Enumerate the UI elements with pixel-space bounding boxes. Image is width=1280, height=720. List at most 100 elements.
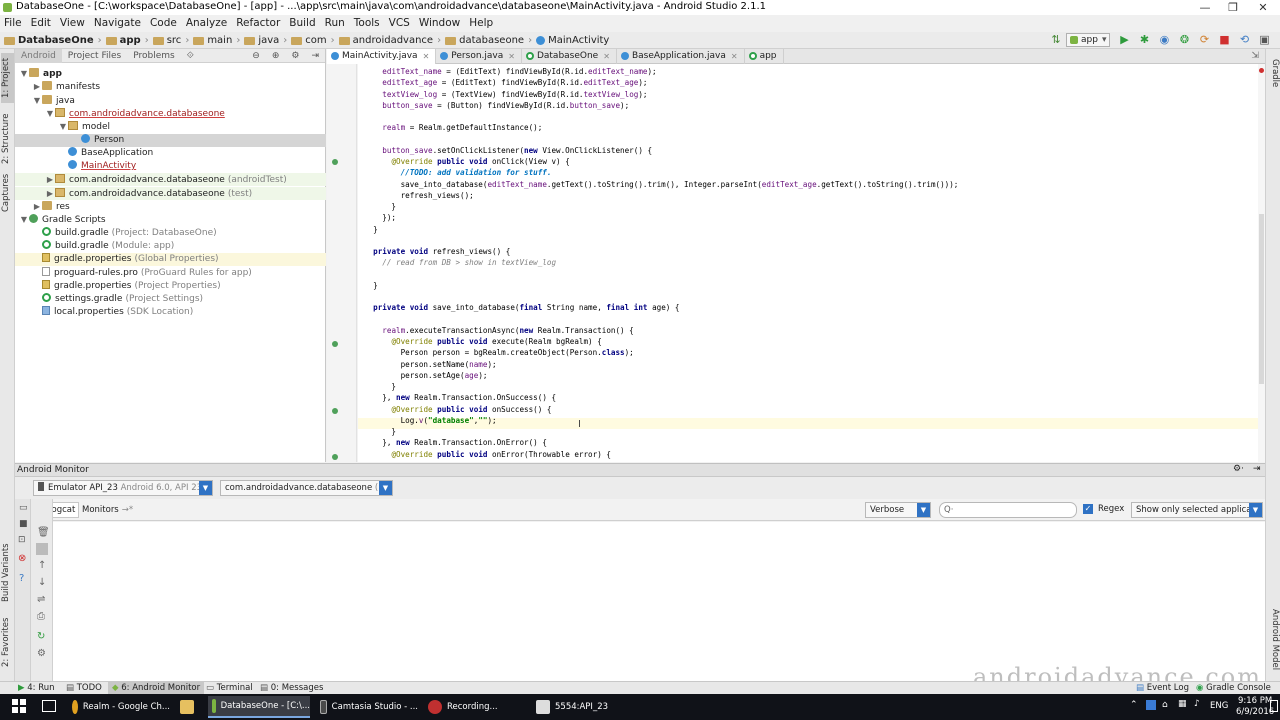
sort-icon[interactable]: ⇅: [1049, 33, 1063, 47]
collapse-icon[interactable]: ⊖: [246, 49, 266, 63]
soft-wrap-icon[interactable]: ⇌: [37, 594, 45, 605]
override-marker-icon[interactable]: [332, 454, 338, 460]
breadcrumb-mainactivity[interactable]: MainActivity: [536, 32, 613, 49]
volume-icon[interactable]: ♪: [1194, 699, 1200, 709]
taskbar-chrome[interactable]: Realm - Google Ch...: [68, 696, 170, 718]
tree-item[interactable]: ▼ Gradle Scripts: [15, 213, 326, 226]
hide-panel-icon[interactable]: ⇥: [1253, 464, 1261, 474]
taskbar-emulator[interactable]: 5554:API_23: [532, 696, 634, 718]
menu-analyze[interactable]: Analyze: [182, 15, 232, 32]
logcat-output[interactable]: [53, 522, 1265, 681]
menu-run[interactable]: Run: [321, 15, 350, 32]
taskbar-explorer[interactable]: [176, 696, 204, 718]
taskbar-camtasia[interactable]: Camtasia Studio - ...: [316, 696, 418, 718]
tab-favorites[interactable]: 2: Favorites: [1, 617, 14, 667]
chevron-right-icon[interactable]: ▶: [45, 187, 55, 200]
attach-debugger-icon[interactable]: ◉: [1157, 33, 1171, 47]
scroll-thumb[interactable]: [1259, 214, 1264, 384]
maximize-button[interactable]: ❐: [1218, 0, 1248, 15]
down-arrow-icon[interactable]: ↓: [38, 577, 46, 588]
screenshot-icon[interactable]: ▭: [19, 503, 28, 513]
tab-monitors[interactable]: Monitors →*: [79, 502, 136, 518]
chevron-right-icon[interactable]: ▶: [32, 200, 42, 213]
tab-mainactivity[interactable]: MainActivity.java ✕: [327, 48, 437, 64]
code-editor[interactable]: editText_name = (EditText) findViewById(…: [358, 64, 1258, 462]
record-icon[interactable]: ■: [19, 519, 28, 529]
tab-app[interactable]: app: [745, 48, 784, 64]
network-icon[interactable]: ▦: [1178, 699, 1187, 709]
menu-vcs[interactable]: VCS: [385, 15, 415, 32]
breadcrumb-java[interactable]: java ›: [244, 32, 291, 49]
menu-file[interactable]: File: [0, 15, 27, 32]
scroll-to-end-icon[interactable]: [36, 543, 48, 555]
system-info-icon[interactable]: ⊡: [18, 535, 26, 545]
regex-checkbox[interactable]: ✓ Regex: [1083, 504, 1124, 514]
breadcrumb-com[interactable]: com ›: [291, 32, 338, 49]
chevron-right-icon[interactable]: ▶: [45, 173, 55, 186]
tab-gradle[interactable]: Gradle: [1267, 55, 1280, 91]
tab-project-files[interactable]: Project Files: [62, 49, 127, 63]
menu-window[interactable]: Window: [415, 15, 465, 32]
settings-gear-icon[interactable]: ⚙·: [1233, 464, 1244, 474]
close-tab-icon[interactable]: ✕: [603, 52, 610, 61]
tree-item[interactable]: settings.gradle (Project Settings): [15, 293, 326, 306]
log-level-select[interactable]: Verbose ▼: [865, 502, 931, 518]
device-select[interactable]: Emulator API_23 Android 6.0, API 23 ▼: [33, 480, 213, 496]
close-tab-icon[interactable]: ✕: [731, 52, 738, 61]
override-marker-icon[interactable]: [332, 341, 338, 347]
print-icon[interactable]: ⎙: [37, 611, 45, 622]
tree-item[interactable]: gradle.properties (Project Properties): [15, 279, 326, 293]
settings-gear-icon[interactable]: ⚙: [285, 49, 305, 63]
tab-project[interactable]: 1: Project: [1, 53, 14, 103]
tree-item[interactable]: build.gradle (Module: app): [15, 239, 326, 253]
breadcrumb-databaseone-pkg[interactable]: databaseone ›: [445, 32, 536, 49]
override-marker-icon[interactable]: [332, 408, 338, 414]
start-windows-icon[interactable]: [12, 699, 26, 713]
tree-item[interactable]: ▼ java: [15, 94, 326, 107]
breadcrumb-androidadvance[interactable]: androidadvance ›: [338, 32, 445, 49]
debug-icon[interactable]: ✱: [1137, 33, 1151, 47]
run-config-select[interactable]: app ▾: [1066, 33, 1111, 47]
logcat-search-input[interactable]: Q·: [939, 502, 1077, 518]
breadcrumb-main[interactable]: main ›: [193, 32, 244, 49]
menu-edit[interactable]: Edit: [27, 15, 56, 32]
tab-android-view[interactable]: Android: [15, 48, 62, 63]
run-icon[interactable]: ▶: [1117, 33, 1131, 47]
close-tab-icon[interactable]: ✕: [508, 52, 515, 61]
help-icon[interactable]: ?: [19, 573, 24, 584]
clock-time[interactable]: 9:16 PM: [1238, 696, 1272, 706]
clock-date[interactable]: 6/9/2016: [1236, 707, 1274, 717]
close-tab-icon[interactable]: ✕: [423, 52, 430, 61]
tray-expand-icon[interactable]: ⌃: [1130, 700, 1138, 710]
tab-build-variants[interactable]: Build Variants: [1, 541, 14, 605]
breadcrumb-databaseone[interactable]: DatabaseOne ›: [4, 32, 106, 49]
tree-item[interactable]: ▶ com.androidadvance.databaseone (test): [15, 186, 326, 200]
breadcrumb-app[interactable]: app ›: [105, 32, 153, 49]
sync-icon[interactable]: ⟲: [1237, 33, 1251, 47]
editor-menu-icon[interactable]: ⇲: [1251, 51, 1259, 61]
chevron-down-icon[interactable]: ▼: [32, 94, 42, 107]
taskbar-android-studio[interactable]: DatabaseOne - [C:\...: [208, 696, 310, 718]
minimize-button[interactable]: —: [1190, 0, 1220, 15]
tray-app-icon[interactable]: [1146, 700, 1156, 710]
restart-icon[interactable]: ↻: [37, 631, 45, 642]
tree-item[interactable]: ▼ app: [15, 67, 326, 80]
clear-logcat-icon[interactable]: 🗑: [37, 527, 50, 538]
menu-tools[interactable]: Tools: [350, 15, 385, 32]
more-tabs-icon[interactable]: ⟐: [181, 49, 200, 63]
breadcrumb-src[interactable]: src ›: [152, 32, 194, 49]
up-arrow-icon[interactable]: ↑: [38, 560, 46, 571]
settings-gear-icon[interactable]: ⚙: [37, 648, 46, 659]
tree-item[interactable]: BaseApplication: [15, 146, 326, 160]
menu-build[interactable]: Build: [285, 15, 320, 32]
filter-select[interactable]: Show only selected application ▼: [1131, 502, 1263, 518]
tree-item[interactable]: MainActivity: [15, 160, 326, 173]
tree-item[interactable]: ▶ res: [15, 200, 326, 213]
profile-icon[interactable]: ❂: [1177, 33, 1191, 47]
tab-baseapplication[interactable]: BaseApplication.java ✕: [617, 48, 745, 64]
menu-refactor[interactable]: Refactor: [232, 15, 285, 32]
tree-item[interactable]: build.gradle (Project: DatabaseOne): [15, 226, 326, 240]
tab-android-model[interactable]: Android Model: [1267, 607, 1280, 673]
terminate-icon[interactable]: ⊗: [18, 553, 26, 564]
menu-navigate[interactable]: Navigate: [90, 15, 146, 32]
